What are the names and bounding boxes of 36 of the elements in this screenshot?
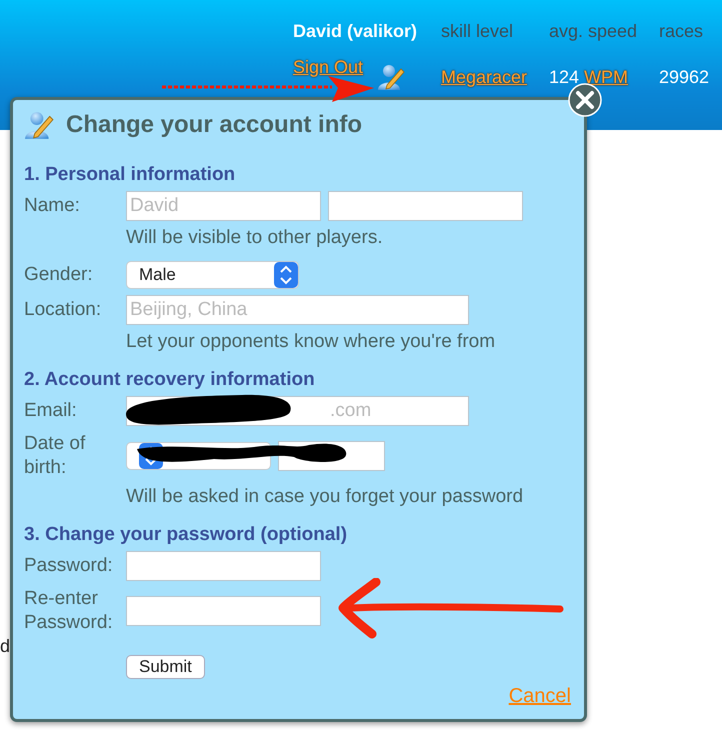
text-field[interactable]: Beijing, China [126, 295, 469, 325]
hint-text: Let your opponents know where you're from [126, 331, 496, 353]
text-field[interactable] [328, 191, 523, 221]
field-label: Gender: [24, 263, 94, 287]
text-field[interactable] [126, 551, 321, 581]
page-text: d [0, 636, 10, 657]
text-field[interactable] [126, 596, 321, 626]
hint-text: Will be visible to other players. [126, 227, 384, 249]
user-name: David (valikor) [293, 21, 418, 42]
wpm-link[interactable]: WPM [584, 67, 628, 87]
stepper-icon [274, 262, 298, 288]
column-heading: avg. speed [549, 21, 638, 42]
skill-level-link[interactable]: Megaracer [441, 57, 549, 91]
sign-out-link[interactable]: Sign Out [293, 57, 364, 78]
submit-button[interactable]: Submit [126, 655, 205, 679]
races-count: 29962 [659, 66, 710, 89]
field-label: Location: [24, 298, 102, 322]
column-heading: races [659, 21, 704, 42]
gender-dropdown[interactable]: Male [126, 261, 299, 289]
field-label: Password: [24, 554, 114, 578]
field-label: Name: [24, 194, 81, 218]
speed-value: 124 [549, 67, 580, 87]
hint-text: Will be asked in case you forget your password [126, 486, 524, 508]
text-field[interactable]: David [126, 191, 321, 221]
field-label: Email: [24, 399, 78, 423]
field-label: Date of birth: [24, 432, 86, 480]
cancel-link[interactable]: Cancel [508, 685, 571, 708]
dialog-title: Change your account info [66, 111, 362, 139]
section-heading: 3. Change your password (optional) [24, 524, 348, 546]
section-heading: 2. Account recovery information [24, 369, 316, 391]
field-label: Re-enter Password: [24, 587, 114, 635]
close-icon[interactable] [568, 83, 602, 117]
column-heading: skill level [441, 21, 514, 42]
section-heading: 1. Personal information [24, 164, 236, 186]
user-pencil-icon [377, 63, 406, 91]
user-pencil-icon [24, 110, 54, 140]
